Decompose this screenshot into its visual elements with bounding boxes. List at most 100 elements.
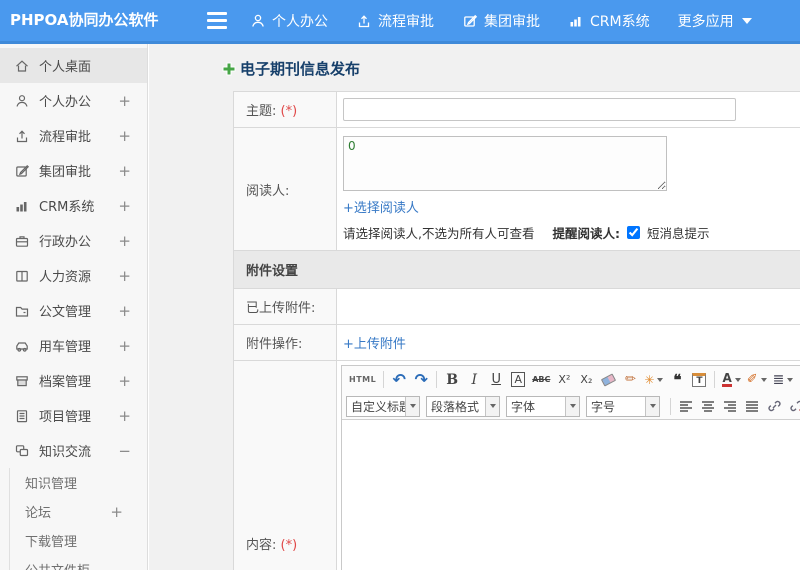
page-title: 电子期刊信息发布 xyxy=(222,58,800,79)
nav-personal-office[interactable]: 个人办公 xyxy=(250,11,328,31)
hamburger-menu-icon[interactable] xyxy=(207,12,227,29)
redo-button[interactable]: ↷ xyxy=(410,369,432,391)
paste-text-button[interactable]: T xyxy=(688,369,710,391)
required-mark: (*) xyxy=(280,537,298,553)
readers-row: 阅读人: 0 +选择阅读人 请选择阅读人,不选为所有人可查看 提醒阅读人: 短消… xyxy=(233,127,800,251)
font-family-select[interactable]: 字体 xyxy=(506,395,580,417)
unlink-button[interactable] xyxy=(785,395,800,417)
sidebar-subitem-forum[interactable]: 论坛 + xyxy=(10,497,147,526)
background-color-button[interactable]: ✐ xyxy=(744,369,770,391)
bold-button[interactable]: B xyxy=(441,369,463,391)
caret-down-icon xyxy=(787,377,794,382)
content-row: 内容: (*) HTML ↶ ↷ B I U A ABC X² X₂ ✏ ✳ ❝… xyxy=(233,360,800,570)
attachment-actions-row: 附件操作: +上传附件 xyxy=(233,324,800,361)
person-icon xyxy=(14,93,30,109)
blockquote-button[interactable]: ❝ xyxy=(666,369,688,391)
strikethrough-button[interactable]: ABC xyxy=(529,369,553,391)
font-border-button[interactable]: A xyxy=(507,369,529,391)
italic-button[interactable]: I xyxy=(463,369,485,391)
nav-crm-system[interactable]: CRM系统 xyxy=(568,11,650,31)
justify-icon xyxy=(746,401,758,412)
caret-down-icon xyxy=(405,396,419,416)
top-header: PHPOA协同办公软件 个人办公 流程审批 集团审批 CRM系统 更多应用 xyxy=(0,0,800,44)
sidebar-item-personal-office[interactable]: 个人办公 + xyxy=(0,83,147,118)
sidebar-subitem-download-management[interactable]: 下载管理 xyxy=(10,526,147,555)
format-painter-button[interactable]: ✏ xyxy=(619,369,641,391)
align-left-button[interactable] xyxy=(675,395,697,417)
nav-more-apps[interactable]: 更多应用 xyxy=(678,11,752,31)
nav-group-approval[interactable]: 集团审批 xyxy=(462,11,540,31)
caret-down-icon xyxy=(645,396,659,416)
sidebar-submenu-knowledge: 知识管理 论坛 + 下载管理 公共文件柜 xyxy=(9,468,147,570)
font-size-select[interactable]: 字号 xyxy=(586,395,660,417)
sidebar-item-vehicle-management[interactable]: 用车管理 + xyxy=(0,328,147,363)
sidebar-item-human-resources[interactable]: 人力资源 + xyxy=(0,258,147,293)
home-icon xyxy=(14,58,30,74)
edit-icon xyxy=(462,13,478,29)
link-button[interactable] xyxy=(763,395,785,417)
sms-remind-checkbox[interactable] xyxy=(626,226,640,239)
upload-attachment-link[interactable]: +上传附件 xyxy=(343,337,406,352)
unordered-list-button[interactable]: ≣ xyxy=(796,369,800,391)
editor-content-area[interactable] xyxy=(342,420,800,570)
edit-icon xyxy=(14,163,30,179)
align-right-button[interactable] xyxy=(719,395,741,417)
sidebar-item-document-management[interactable]: 公文管理 + xyxy=(0,293,147,328)
phpoa-app: { "header": { "app_title": "PHPOA协同办公软件"… xyxy=(0,0,800,570)
undo-button[interactable]: ↶ xyxy=(388,369,410,391)
auto-typeset-button[interactable]: ✳ xyxy=(641,369,666,391)
sidebar-item-personal-desktop[interactable]: 个人桌面 xyxy=(0,48,147,83)
content-label: 内容: (*) xyxy=(233,360,337,570)
add-plus-icon xyxy=(222,62,236,75)
remove-format-button[interactable] xyxy=(597,369,619,391)
align-center-button[interactable] xyxy=(697,395,719,417)
app-logo: PHPOA协同办公软件 xyxy=(10,11,159,29)
superscript-button[interactable]: X² xyxy=(553,369,575,391)
sms-remind-label: 短消息提示 xyxy=(646,226,710,241)
book-icon xyxy=(14,268,30,284)
font-color-button[interactable]: A xyxy=(719,369,743,391)
sidebar-item-crm-system[interactable]: CRM系统 + xyxy=(0,188,147,223)
subject-row: 主题: (*) xyxy=(233,91,800,128)
attachments-section-header: 附件设置 xyxy=(233,250,800,289)
caret-down-icon xyxy=(485,396,499,416)
caret-down-icon xyxy=(734,377,741,382)
align-center-icon xyxy=(702,401,714,412)
source-code-button[interactable]: HTML xyxy=(346,369,379,391)
link-icon xyxy=(767,400,781,412)
main-content: 电子期刊信息发布 主题: (*) 阅读人: 0 +选择阅读人 请选择阅读人,不选… xyxy=(149,44,800,570)
caret-down-icon xyxy=(760,377,767,382)
choose-readers-link[interactable]: +选择阅读人 xyxy=(343,201,419,216)
underline-button[interactable]: U xyxy=(485,369,507,391)
subject-input[interactable] xyxy=(343,98,736,121)
editor-toolbar-row2: 自定义标题 段落格式 字体 字号 xyxy=(342,393,800,420)
sidebar-item-knowledge-exchange[interactable]: 知识交流 − xyxy=(0,433,147,468)
sidebar-item-archive-management[interactable]: 档案管理 + xyxy=(0,363,147,398)
chart-icon xyxy=(568,13,584,29)
unlink-icon xyxy=(789,400,800,412)
eraser-icon xyxy=(600,372,617,387)
ordered-list-button[interactable]: ≣ xyxy=(770,369,797,391)
rich-text-editor: HTML ↶ ↷ B I U A ABC X² X₂ ✏ ✳ ❝ T A ✐ ≣… xyxy=(341,365,800,570)
editor-toolbar-row1: HTML ↶ ↷ B I U A ABC X² X₂ ✏ ✳ ❝ T A ✐ ≣ xyxy=(342,366,800,393)
sidebar-item-group-approval[interactable]: 集团审批 + xyxy=(0,153,147,188)
person-icon xyxy=(250,13,266,29)
sidebar-item-admin-office[interactable]: 行政办公 + xyxy=(0,223,147,258)
briefcase-icon xyxy=(14,233,30,249)
sidebar-subitem-knowledge-management[interactable]: 知识管理 xyxy=(10,468,147,497)
chat-icon xyxy=(14,443,30,459)
readers-hint: 请选择阅读人,不选为所有人可查看 提醒阅读人: 短消息提示 xyxy=(343,223,800,242)
custom-title-select[interactable]: 自定义标题 xyxy=(346,395,420,417)
paragraph-format-select[interactable]: 段落格式 xyxy=(426,395,500,417)
nav-workflow-approval[interactable]: 流程审批 xyxy=(356,11,434,31)
justify-button[interactable] xyxy=(741,395,763,417)
readers-textarea[interactable]: 0 xyxy=(343,136,667,191)
sidebar-subitem-public-file-cabinet[interactable]: 公共文件柜 xyxy=(10,555,147,570)
sidebar-item-workflow-approval[interactable]: 流程审批 + xyxy=(0,118,147,153)
sidebar-item-project-management[interactable]: 项目管理 + xyxy=(0,398,147,433)
attachments-section-title: 附件设置 xyxy=(233,250,800,289)
subscript-button[interactable]: X₂ xyxy=(575,369,597,391)
publish-form: 主题: (*) 阅读人: 0 +选择阅读人 请选择阅读人,不选为所有人可查看 提… xyxy=(233,91,800,570)
chart-icon xyxy=(14,198,30,214)
uploaded-attachments-label: 已上传附件: xyxy=(233,288,337,325)
